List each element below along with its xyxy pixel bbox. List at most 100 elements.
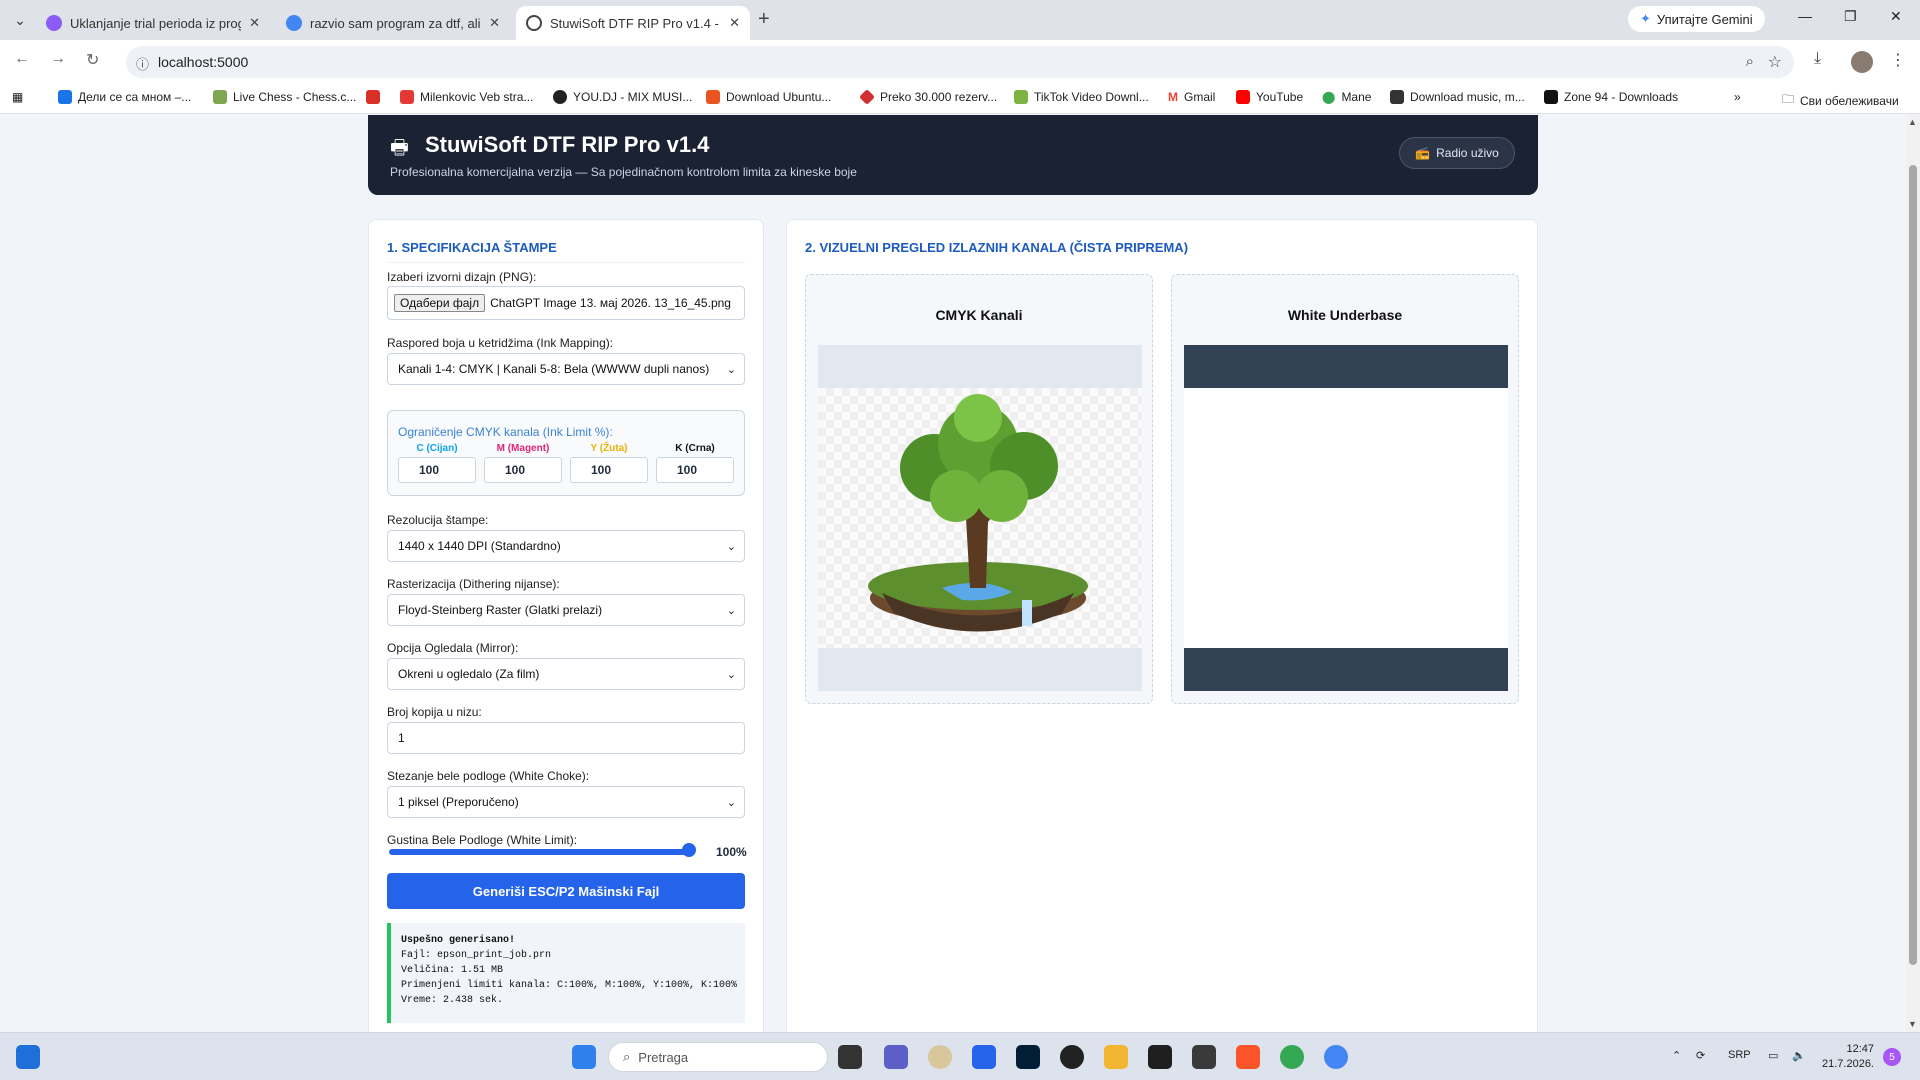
yellow-limit-input[interactable]: 100 <box>570 457 648 483</box>
bookmark-item[interactable]: M Gmail <box>1168 90 1215 104</box>
tab-title: razvio sam program za dtf, ali s <box>310 15 482 31</box>
chatgpt-icon[interactable] <box>1060 1045 1084 1069</box>
bookmark-item[interactable]: TikTok Video Downl... <box>1014 90 1149 104</box>
bookmark-label: Zone 94 - Downloads <box>1564 90 1679 104</box>
bookmark-star-icon[interactable]: ☆ <box>1768 52 1782 72</box>
chrome-icon[interactable] <box>1280 1045 1304 1069</box>
bookmark-item[interactable]: YOU.DJ - MIX MUSI... <box>553 90 692 104</box>
brave-icon[interactable] <box>1236 1045 1260 1069</box>
widgets-icon[interactable] <box>16 1045 40 1069</box>
choke-select[interactable]: 1 piksel (Preporučeno) ⌄ <box>387 786 745 818</box>
log-line: Veličina: 1.51 MB <box>401 965 504 976</box>
photoshop-icon[interactable] <box>1016 1045 1040 1069</box>
browser-tab-1[interactable]: Uklanjanje trial perioda iz prog ✕ <box>36 6 270 40</box>
bookmarks-bar: ▦ Дели се са мном –... Live Chess - Ches… <box>0 84 1920 114</box>
white-limit-thumb[interactable] <box>682 843 696 857</box>
chrome-active-icon[interactable] <box>1324 1045 1348 1069</box>
mirror-select[interactable]: Okreni u ogledalo (Za film) ⌄ <box>387 658 745 690</box>
copies-input[interactable]: 1 <box>387 722 745 754</box>
browser-tab-2[interactable]: razvio sam program za dtf, ali s ✕ <box>276 6 510 40</box>
search-icon: ⌕ <box>623 1049 631 1064</box>
bookmark-item[interactable]: Download music, m... <box>1390 90 1525 104</box>
close-window-icon[interactable]: ✕ <box>1890 8 1902 25</box>
bookmark-item[interactable]: Zone 94 - Downloads <box>1544 90 1678 104</box>
ink-mapping-select[interactable]: Kanali 1-4: CMYK | Kanali 5-8: Bela (WWW… <box>387 353 745 385</box>
resolution-select[interactable]: 1440 x 1440 DPI (Standardno) ⌄ <box>387 530 745 562</box>
more-bookmarks-chevron-icon[interactable]: » <box>1734 90 1741 104</box>
scrollbar-thumb[interactable] <box>1909 165 1917 965</box>
bookmark-item[interactable]: Live Chess - Chess.c... <box>213 90 356 104</box>
zoom-icon[interactable]: ⌕ <box>1746 53 1754 70</box>
url-text: localhost:5000 <box>158 54 249 70</box>
bookmark-label: YOU.DJ - MIX MUSI... <box>573 90 693 104</box>
browser-tab-active[interactable]: StuwiSoft DTF RIP Pro v1.4 - Ko ✕ <box>516 6 750 40</box>
cyan-limit-input[interactable]: 100 <box>398 457 476 483</box>
dither-select[interactable]: Floyd-Steinberg Raster (Glatki prelazi) … <box>387 594 745 626</box>
radio-label: Radio uživo <box>1436 146 1499 160</box>
white-area <box>1184 388 1508 648</box>
page-scrollbar[interactable]: ▲ ▼ <box>1906 115 1920 1032</box>
bookmark-item[interactable]: Download Ubuntu... <box>706 90 831 104</box>
address-bar[interactable]: ⓘ localhost:5000 ⌕ ☆ <box>126 46 1794 78</box>
terminal-icon[interactable] <box>1148 1045 1172 1069</box>
bookmark-item[interactable]: Preko 30.000 rezerv... <box>859 89 997 105</box>
clock-time: 12:47 <box>1846 1043 1874 1055</box>
notification-badge[interactable]: 5 <box>1883 1048 1901 1066</box>
scroll-up-arrow-icon[interactable]: ▲ <box>1908 117 1917 127</box>
bookmark-item[interactable]: Milenkovic Veb stra... <box>400 90 533 104</box>
sync-icon[interactable]: ⟳ <box>1696 1049 1705 1062</box>
scroll-down-arrow-icon[interactable]: ▼ <box>1908 1019 1917 1029</box>
all-bookmarks-folder[interactable]: 🗀 Сви обележивачи <box>1782 90 1899 111</box>
display-icon[interactable]: ▭ <box>1768 1049 1778 1062</box>
dj-icon <box>553 90 567 104</box>
forward-arrow-icon[interactable]: → <box>50 50 66 68</box>
bookmark-label: Milenkovic Veb stra... <box>420 90 534 104</box>
tab-search-chevron-icon[interactable]: ⌄ <box>8 8 32 32</box>
magenta-limit-input[interactable]: 100 <box>484 457 562 483</box>
browser-menu-icon[interactable]: ⋮ <box>1890 50 1906 70</box>
bookmark-item[interactable]: Дели се са мном –... <box>58 90 191 104</box>
page-viewport: 🖶 StuwiSoft DTF RIP Pro v1.4 Profesional… <box>0 115 1906 1032</box>
download-icon[interactable]: ⤓ <box>1814 50 1821 68</box>
file-input[interactable]: Одабери фајл ChatGPT Image 13. мај 2026.… <box>387 286 745 320</box>
restore-window-icon[interactable]: ❐ <box>1844 8 1857 25</box>
radio-live-button[interactable]: 📻 Radio uživo <box>1399 137 1515 169</box>
bookmark-item[interactable]: YouTube <box>1236 90 1303 104</box>
black-limit-input[interactable]: 100 <box>656 457 734 483</box>
apps-grid-icon[interactable]: ▦ <box>12 90 23 104</box>
minimize-window-icon[interactable]: — <box>1798 8 1812 24</box>
ink-limit-title: Ograničenje CMYK kanala (Ink Limit %): <box>398 425 613 439</box>
white-limit-track[interactable] <box>389 849 691 855</box>
ask-gemini-button[interactable]: ✦ Упитајте Gemini <box>1628 6 1765 32</box>
file-explorer-icon[interactable] <box>1104 1045 1128 1069</box>
volume-icon[interactable]: 🔈 <box>1792 1049 1806 1062</box>
mirror-value: Okreni u ogledalo (Za film) <box>398 667 540 681</box>
map-pin-icon: ⬤ <box>1322 90 1336 104</box>
log-line: Primenjeni limiti kanala: C:100%, M:100%… <box>401 980 738 991</box>
taskbar-search[interactable]: ⌕ Pretraga <box>608 1042 828 1072</box>
generate-file-button[interactable]: Generiši ESC/P2 Mašinski Fajl <box>387 873 745 909</box>
store-icon[interactable] <box>972 1045 996 1069</box>
site-info-icon[interactable]: ⓘ <box>136 54 149 73</box>
sublime-icon[interactable] <box>1192 1045 1216 1069</box>
app-icon[interactable] <box>928 1045 952 1069</box>
task-view-icon[interactable] <box>838 1045 862 1069</box>
tray-chevron-up-icon[interactable]: ⌃ <box>1672 1049 1681 1062</box>
close-tab-icon[interactable]: ✕ <box>249 15 260 31</box>
bookmark-item[interactable] <box>366 90 380 104</box>
bookmark-item[interactable]: ⬤ Mane <box>1322 90 1371 104</box>
windows-start-icon[interactable] <box>572 1045 596 1069</box>
system-clock[interactable]: 12:47 21.7.2026. <box>1822 1042 1874 1072</box>
close-tab-icon[interactable]: ✕ <box>489 15 500 31</box>
dither-label: Rasterizacija (Dithering nijanse): <box>387 577 560 591</box>
print-spec-panel: 1. SPECIFIKACIJA ŠTAMPE Izaberi izvorni … <box>368 219 764 1032</box>
choke-value: 1 piksel (Preporučeno) <box>398 795 519 809</box>
choose-file-button[interactable]: Одабери фајл <box>394 294 486 312</box>
teams-icon[interactable] <box>884 1045 908 1069</box>
back-arrow-icon[interactable]: ← <box>14 50 30 68</box>
new-tab-button[interactable]: + <box>758 8 770 31</box>
close-tab-icon[interactable]: ✕ <box>729 15 740 31</box>
reload-icon[interactable]: ↻ <box>86 50 99 70</box>
language-indicator[interactable]: SRP <box>1728 1049 1751 1061</box>
profile-avatar[interactable] <box>1851 51 1873 73</box>
